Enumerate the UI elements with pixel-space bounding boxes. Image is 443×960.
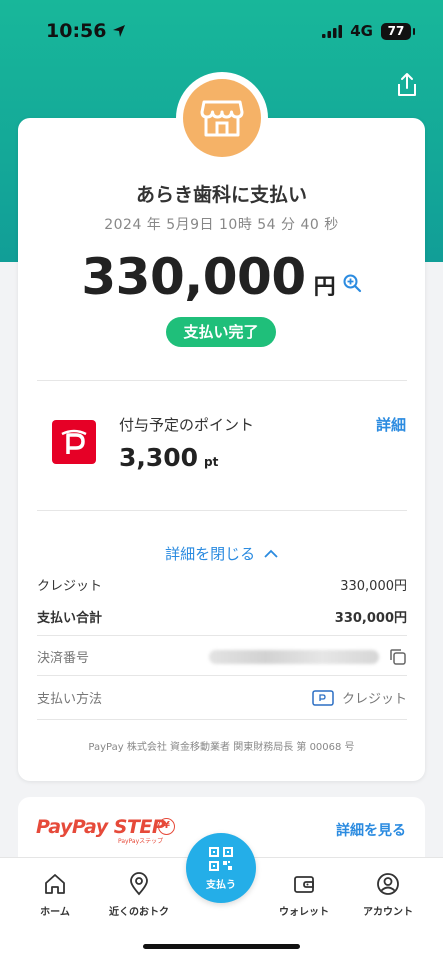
- row-value: クレジット: [341, 692, 407, 707]
- paypay-step-logo-sub: PayPayステップ: [118, 838, 164, 845]
- divider: [37, 675, 407, 676]
- network-type: 4G: [350, 22, 373, 40]
- share-icon[interactable]: [395, 72, 419, 98]
- points-value: 3,300: [119, 443, 199, 472]
- paypay-step-logo: PayPay STEP: [36, 816, 166, 838]
- total-row: 支払い合計 330,000円: [37, 607, 407, 626]
- home-icon: [45, 874, 65, 894]
- nav-account[interactable]: アカウント: [343, 872, 433, 918]
- qr-code-icon: [209, 846, 233, 871]
- store-avatar: [176, 72, 268, 164]
- divider: [37, 719, 407, 720]
- transaction-number-redacted: [209, 649, 379, 664]
- step-detail-link[interactable]: 詳細を見る: [336, 820, 406, 840]
- payment-amount: 330,000: [81, 248, 306, 306]
- row-value: 330,000円: [334, 611, 407, 626]
- nav-nearby[interactable]: 近くのおトク: [94, 872, 184, 918]
- store-icon: [200, 100, 244, 137]
- merchant-title: あらき歯科に支払い: [135, 184, 307, 206]
- credit-row: クレジット 330,000円: [37, 575, 407, 594]
- points-unit: pt: [204, 455, 219, 469]
- points-label: 付与予定のポイント: [119, 416, 255, 434]
- row-label: クレジット: [37, 579, 103, 594]
- copy-icon[interactable]: [389, 648, 407, 666]
- account-icon: [377, 873, 399, 895]
- battery-icon: 77: [381, 22, 415, 40]
- status-indicators: 4G 77: [322, 22, 415, 40]
- map-pin-icon: [130, 872, 148, 896]
- nav-account-label: アカウント: [363, 907, 413, 918]
- pay-button-label: 支払う: [206, 879, 236, 891]
- divider: [37, 380, 407, 381]
- row-label: 支払い合計: [37, 611, 103, 626]
- status-time: 10:56: [46, 20, 126, 42]
- paypay-logo-icon: [52, 420, 96, 464]
- license-note: PayPay 株式会社 資金移動業者 関東財務局長 第 00068 号: [88, 742, 355, 753]
- divider: [37, 635, 407, 636]
- time-text: 10:56: [46, 20, 107, 42]
- close-details-label: 詳細を閉じる: [165, 545, 256, 563]
- close-details-toggle[interactable]: 詳細を閉じる: [0, 543, 443, 564]
- nav-wallet[interactable]: ウォレット: [259, 872, 349, 918]
- payment-datetime: 2024 年 5月9日 10時 54 分 40 秒: [104, 217, 339, 233]
- zoom-in-icon[interactable]: [342, 273, 362, 293]
- home-indicator: [143, 944, 300, 949]
- pay-button[interactable]: 支払う: [186, 833, 256, 903]
- transaction-number-row: 決済番号: [37, 647, 407, 666]
- nav-wallet-label: ウォレット: [279, 907, 329, 918]
- location-arrow-icon: [113, 25, 126, 37]
- chevron-up-icon: [264, 549, 278, 558]
- status-bar: 10:56 4G 77: [0, 0, 443, 62]
- divider: [37, 510, 407, 511]
- points-detail-link[interactable]: 詳細: [376, 414, 406, 435]
- wallet-icon: [294, 876, 314, 893]
- signal-icon: [322, 24, 343, 38]
- payment-method-row: 支払い方法 クレジット: [37, 688, 407, 707]
- nav-home[interactable]: ホーム: [10, 872, 100, 918]
- row-value: 330,000円: [340, 579, 407, 594]
- credit-card-icon: [312, 689, 334, 706]
- amount-row: 330,000 円: [0, 248, 443, 306]
- status-badge: 支払い完了: [166, 317, 276, 347]
- currency-unit: 円: [313, 275, 336, 300]
- row-label: 支払い方法: [37, 692, 103, 707]
- row-label: 決済番号: [37, 651, 90, 666]
- store-circle: [183, 79, 261, 157]
- yen-badge-icon: ¥: [158, 818, 175, 835]
- nav-home-label: ホーム: [40, 907, 70, 918]
- nav-nearby-label: 近くのおトク: [109, 907, 169, 918]
